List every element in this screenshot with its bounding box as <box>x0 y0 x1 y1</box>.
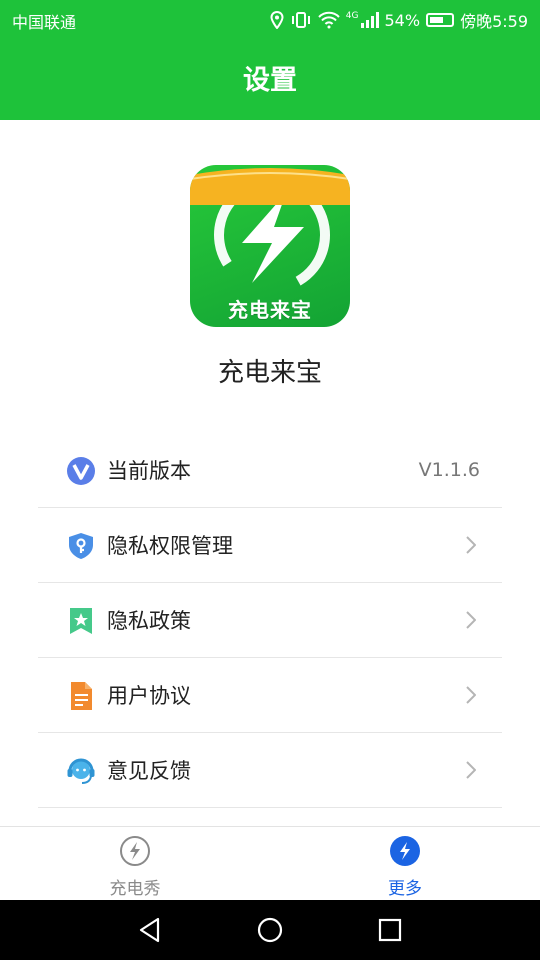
carrier-label: 中国联通 <box>12 13 77 32</box>
headset-icon <box>67 758 95 784</box>
bolt-circle-icon <box>120 836 150 866</box>
bolt-circle-filled-icon <box>390 836 420 866</box>
system-nav-bar <box>0 900 540 960</box>
home-circle-icon[interactable] <box>256 916 284 944</box>
page-title: 设置 <box>243 65 297 96</box>
recents-square-icon[interactable] <box>376 916 404 944</box>
app-logo: 充电来宝 <box>190 165 350 327</box>
menu-item-label: 意见反馈 <box>107 759 191 783</box>
version-value: V1.1.6 <box>418 459 480 481</box>
status-bar: 中国联通 4G 54% 傍晚5:59 <box>0 0 540 38</box>
status-icons: 4G 54% 傍晚5:59 <box>270 8 528 32</box>
vibrate-icon <box>291 12 310 28</box>
tab-label: 充电秀 <box>109 879 161 899</box>
header-bar: 中国联通 4G 54% 傍晚5:59 设置 <box>0 0 540 120</box>
bottom-tab-bar: 充电秀 更多 <box>0 826 540 900</box>
menu-item-version[interactable]: 当前版本 V1.1.6 <box>38 433 502 508</box>
wifi-icon <box>318 11 340 29</box>
network-type: 4G <box>345 11 359 21</box>
menu-item-label: 隐私权限管理 <box>107 534 233 558</box>
logo-text: 充电来宝 <box>228 298 312 322</box>
back-triangle-icon[interactable] <box>136 916 164 944</box>
document-icon <box>71 682 92 710</box>
menu-item-label: 隐私政策 <box>107 609 191 633</box>
app-name: 充电来宝 <box>217 358 322 388</box>
battery-icon <box>426 13 455 27</box>
chevron-right-icon <box>466 611 476 629</box>
location-icon <box>270 11 284 29</box>
signal-icon <box>360 12 379 28</box>
settings-menu: 当前版本 V1.1.6 隐私权限管理 隐私政策 用户协议 意见反馈 <box>38 433 502 808</box>
chevron-right-icon <box>466 761 476 779</box>
logo-banner <box>190 168 350 205</box>
chevron-right-icon <box>466 536 476 554</box>
bookmark-star-icon <box>70 608 92 634</box>
menu-item-privacy-permissions[interactable]: 隐私权限管理 <box>38 508 502 583</box>
tab-more[interactable]: 更多 <box>270 827 540 901</box>
menu-item-label: 用户协议 <box>107 684 191 708</box>
menu-item-feedback[interactable]: 意见反馈 <box>38 733 502 808</box>
menu-item-user-agreement[interactable]: 用户协议 <box>38 658 502 733</box>
battery-percent: 54% <box>384 10 421 30</box>
status-time: 傍晚5:59 <box>460 12 528 31</box>
tab-label: 更多 <box>388 879 422 899</box>
tab-charging-show[interactable]: 充电秀 <box>0 827 270 901</box>
shield-key-icon <box>69 533 93 559</box>
chevron-right-icon <box>466 686 476 704</box>
menu-item-label: 当前版本 <box>107 459 191 483</box>
menu-item-privacy-policy[interactable]: 隐私政策 <box>38 583 502 658</box>
version-v-icon <box>67 457 95 485</box>
